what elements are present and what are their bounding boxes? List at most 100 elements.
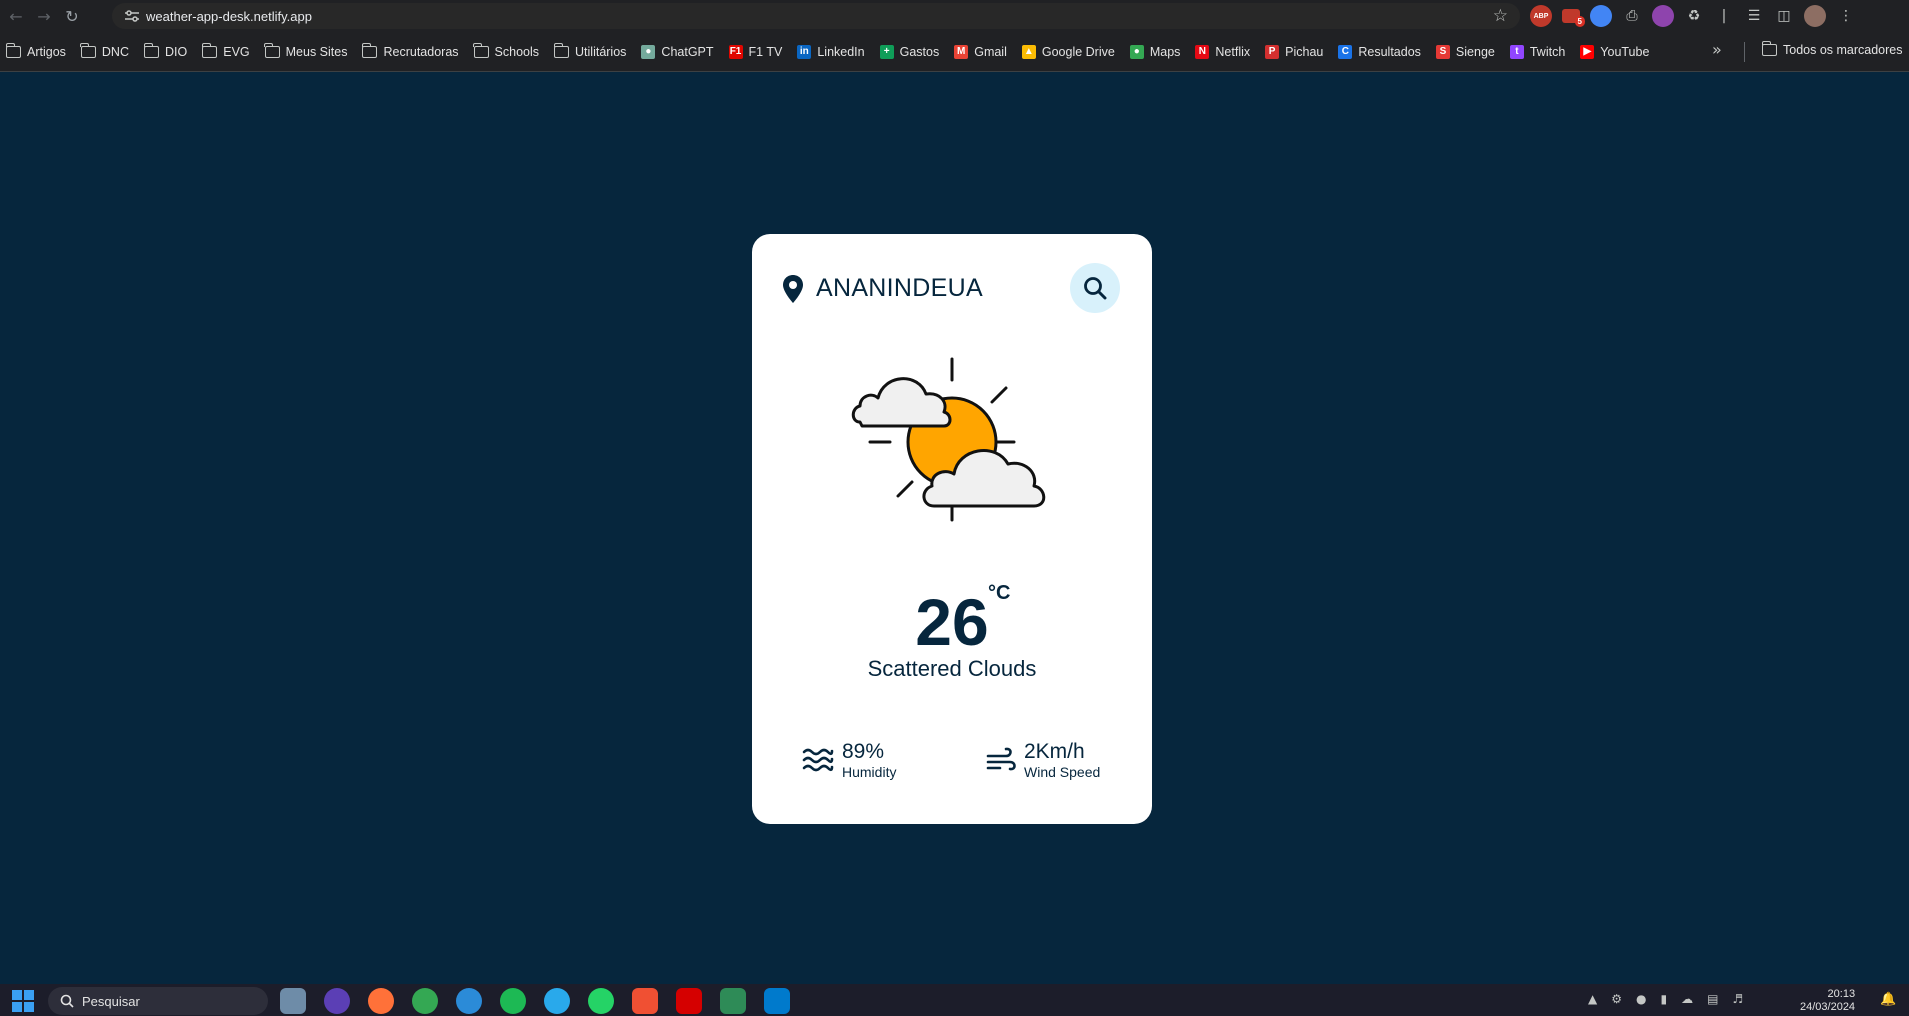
bookmark-star-icon[interactable]: ☆ bbox=[1493, 6, 1508, 26]
bookmark-label: Meus Sites bbox=[285, 44, 348, 59]
weather-description: Scattered Clouds bbox=[867, 656, 1037, 681]
app-tray-icon[interactable]: ● bbox=[1636, 992, 1646, 1006]
bookmark-label: DIO bbox=[165, 44, 188, 59]
url-text[interactable]: weather-app-desk.netlify.app bbox=[146, 9, 312, 24]
humidity-value: 89% bbox=[842, 740, 885, 763]
bookmark-meus-sites[interactable]: Meus Sites bbox=[264, 42, 348, 59]
temperature-unit: °C bbox=[988, 582, 1011, 604]
start-button[interactable] bbox=[12, 990, 34, 1012]
divider-icon: | bbox=[1721, 8, 1727, 24]
search-button[interactable] bbox=[1070, 263, 1120, 313]
wind-label: Wind Speed bbox=[1024, 764, 1101, 780]
bookmark-label: Recrutadoras bbox=[383, 44, 459, 59]
acrobat-app-icon[interactable] bbox=[676, 988, 702, 1014]
bookmark-maps[interactable]: ● Maps bbox=[1129, 44, 1180, 59]
city-name[interactable]: ANANINDEUA bbox=[816, 274, 983, 303]
mail-badge: 5 bbox=[1574, 16, 1585, 27]
youtube-icon: ▶ bbox=[1580, 44, 1595, 59]
media-control-icon[interactable]: ☰ bbox=[1744, 6, 1764, 26]
notifications-bell-icon[interactable]: 🔔 bbox=[1880, 992, 1896, 1007]
bookmark-dio[interactable]: DIO bbox=[143, 42, 188, 59]
os-taskbar: Pesquisar ▲ ⚙ ● ▮ ☁ ▤ ♬ 20:13 24/03/2024… bbox=[0, 984, 1909, 1016]
bookmark-label: LinkedIn bbox=[817, 44, 865, 59]
spotify-app-icon[interactable] bbox=[500, 988, 526, 1014]
steam-tray-icon[interactable]: ⚙ bbox=[1611, 992, 1622, 1006]
forward-button[interactable]: → bbox=[30, 2, 58, 30]
taskbar-search-placeholder: Pesquisar bbox=[82, 993, 140, 1009]
bookmark-gmail[interactable]: M Gmail bbox=[954, 44, 1007, 59]
browser-app-icon[interactable] bbox=[456, 988, 482, 1014]
bookmark-artigos[interactable]: Artigos bbox=[5, 42, 66, 59]
telegram-app-icon[interactable] bbox=[544, 988, 570, 1014]
adblock-extension-icon[interactable]: ABP bbox=[1530, 5, 1552, 27]
all-bookmarks-folder[interactable]: Todos os marcadores bbox=[1761, 41, 1903, 57]
location-pin-icon bbox=[783, 275, 803, 303]
bookmark-google-drive[interactable]: ▲ Google Drive bbox=[1021, 44, 1115, 59]
back-button[interactable]: ← bbox=[2, 2, 30, 30]
bookmark-label: F1 TV bbox=[748, 44, 783, 59]
calculator-app-icon[interactable] bbox=[280, 988, 306, 1014]
address-bar[interactable]: weather-app-desk.netlify.app ☆ bbox=[112, 3, 1520, 29]
site-settings-icon[interactable] bbox=[118, 10, 146, 22]
maps-icon: ● bbox=[1129, 44, 1144, 59]
mail-extension-icon[interactable]: 5 bbox=[1562, 9, 1585, 27]
network-tray-icon[interactable]: ▤ bbox=[1707, 992, 1718, 1006]
bookmark-label: Resultados bbox=[1358, 44, 1421, 59]
vscode-app-icon[interactable] bbox=[764, 988, 790, 1014]
pichau-icon: P bbox=[1265, 44, 1280, 59]
bookmark-label: Sienge bbox=[1455, 44, 1495, 59]
wind-detail: 2Km/h Wind Speed bbox=[986, 740, 1100, 780]
reload-button[interactable]: ↻ bbox=[58, 2, 86, 30]
volume-tray-icon[interactable]: ♬ bbox=[1732, 992, 1743, 1006]
chatgpt-icon: ● bbox=[641, 44, 656, 59]
extensions-puzzle-icon[interactable]: ♻ bbox=[1684, 6, 1704, 26]
profile-avatar[interactable] bbox=[1804, 5, 1826, 27]
twitch-icon: t bbox=[1509, 44, 1524, 59]
git-app-icon[interactable] bbox=[632, 988, 658, 1014]
bookmark-chatgpt[interactable]: ● ChatGPT bbox=[641, 44, 714, 59]
bookmark-resultados[interactable]: C Resultados bbox=[1338, 44, 1421, 59]
side-panel-icon[interactable]: ◫ bbox=[1774, 6, 1794, 26]
bookmark-label: EVG bbox=[223, 44, 250, 59]
wind-icon bbox=[986, 747, 1016, 771]
bookmark-label: Gastos bbox=[899, 44, 940, 59]
bookmark-twitch[interactable]: t Twitch bbox=[1509, 44, 1566, 59]
node-app-icon[interactable] bbox=[720, 988, 746, 1014]
bookmark-dnc[interactable]: DNC bbox=[80, 42, 129, 59]
brain-extension-icon[interactable] bbox=[1652, 5, 1674, 27]
bookmark-sienge[interactable]: S Sienge bbox=[1435, 44, 1495, 59]
bookmark-label: Artigos bbox=[27, 44, 66, 59]
print-extension-icon[interactable]: ⎙ bbox=[1622, 6, 1642, 26]
bookmark-label: Google Drive bbox=[1041, 44, 1115, 59]
bookmark-evg[interactable]: EVG bbox=[201, 42, 250, 59]
whatsapp-app-icon[interactable] bbox=[588, 988, 614, 1014]
f1-icon: F1 bbox=[728, 44, 743, 59]
usb-tray-icon[interactable]: ▮ bbox=[1660, 992, 1667, 1006]
firefox-app-icon[interactable] bbox=[368, 988, 394, 1014]
humidity-label: Humidity bbox=[842, 764, 897, 780]
bookmark-f1-tv[interactable]: F1 F1 TV bbox=[728, 44, 783, 59]
pomodoro-app-icon[interactable] bbox=[324, 988, 350, 1014]
chrome-app-icon[interactable] bbox=[412, 988, 438, 1014]
bookmark-label: Schools bbox=[494, 44, 540, 59]
bookmark-pichau[interactable]: P Pichau bbox=[1265, 44, 1323, 59]
translate-extension-icon[interactable] bbox=[1590, 5, 1612, 27]
bookmark-schools[interactable]: Schools bbox=[473, 42, 540, 59]
wind-value: 2Km/h bbox=[1024, 740, 1085, 763]
bookmark-linkedin[interactable]: in LinkedIn bbox=[797, 44, 865, 59]
cloud-tray-icon[interactable]: ☁ bbox=[1681, 992, 1693, 1006]
bookmark-label: Twitch bbox=[1529, 44, 1566, 59]
bookmark-youtube[interactable]: ▶ YouTube bbox=[1580, 44, 1649, 59]
taskbar-clock[interactable]: 20:13 24/03/2024 bbox=[1800, 988, 1855, 1014]
bookmark-recrutadoras[interactable]: Recrutadoras bbox=[361, 42, 459, 59]
drive-tray-icon[interactable]: ▲ bbox=[1588, 992, 1597, 1006]
menu-kebab-icon[interactable]: ⋮ bbox=[1836, 6, 1856, 26]
bookmark-label: Netflix bbox=[1215, 44, 1251, 59]
bookmark-gastos[interactable]: + Gastos bbox=[879, 44, 940, 59]
bookmarks-overflow-icon[interactable]: » bbox=[1712, 40, 1722, 59]
taskbar-search[interactable]: Pesquisar bbox=[48, 987, 268, 1015]
folder-icon bbox=[80, 42, 96, 58]
bookmark-netflix[interactable]: N Netflix bbox=[1195, 44, 1251, 59]
folder-icon bbox=[264, 42, 280, 58]
bookmark-utilit-rios[interactable]: Utilitários bbox=[553, 42, 626, 59]
